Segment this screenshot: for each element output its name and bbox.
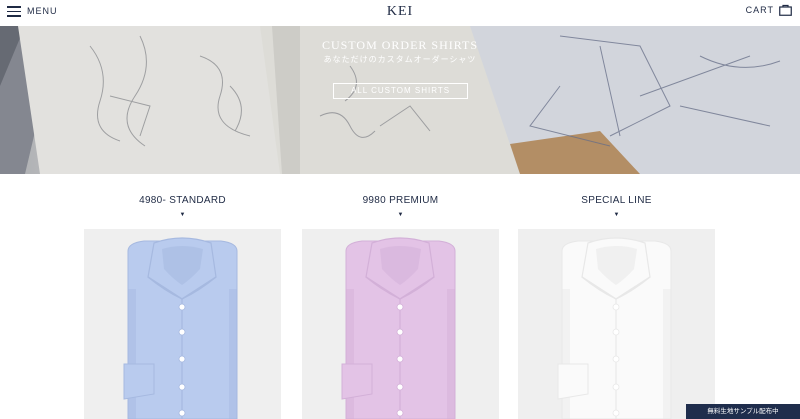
hero-subtitle: あなただけのカスタムオーダーシャツ	[323, 55, 477, 64]
product-premium: 9980 PREMIUM ▼	[302, 174, 499, 419]
all-custom-shirts-button[interactable]: ALL CUSTOM SHIRTS	[333, 83, 468, 99]
shirt-image	[123, 237, 238, 419]
free-sample-badge[interactable]: 無料生地サンプル配布中	[686, 404, 800, 419]
hero-banner: CUSTOM ORDER SHIRTS あなただけのカスタムオーダーシャツ AL…	[0, 26, 800, 174]
shirt-button	[178, 303, 186, 311]
product-title[interactable]: 4980- STANDARD	[84, 195, 281, 206]
shirt-button	[178, 409, 186, 417]
product-standard: 4980- STANDARD ▼	[84, 174, 281, 419]
hero-title: CUSTOM ORDER SHIRTS	[321, 38, 479, 52]
shirt-button	[396, 383, 404, 391]
product-image[interactable]	[302, 229, 499, 419]
shirt-button	[396, 409, 404, 417]
shirt-cuff	[123, 363, 155, 400]
shirt-button	[612, 355, 620, 363]
shirt-cuff	[557, 363, 589, 400]
shirt-button	[178, 328, 186, 336]
product-image[interactable]	[518, 229, 715, 419]
product-title[interactable]: 9980 PREMIUM	[302, 195, 499, 206]
triangle-down-icon: ▼	[179, 212, 186, 218]
cart-button[interactable]: CART	[746, 4, 792, 16]
triangle-down-icon: ▼	[613, 212, 620, 218]
shirt-cuff	[341, 363, 373, 400]
shirt-button	[612, 409, 620, 417]
shirt-button	[612, 303, 620, 311]
product-title[interactable]: SPECIAL LINE	[518, 195, 715, 206]
shirt-button	[612, 383, 620, 391]
shirt-button	[396, 328, 404, 336]
shirt-button	[178, 383, 186, 391]
shirt-button	[178, 355, 186, 363]
triangle-down-icon: ▼	[397, 212, 404, 218]
product-special: SPECIAL LINE ▼	[518, 174, 715, 419]
site-header: MENU KEI CART	[0, 0, 800, 26]
shirt-button	[396, 303, 404, 311]
shirt-image	[341, 237, 456, 419]
shirt-button	[612, 328, 620, 336]
site-logo[interactable]: KEI	[0, 4, 800, 20]
cart-label: CART	[745, 5, 774, 15]
shirt-button	[396, 355, 404, 363]
product-image[interactable]	[84, 229, 281, 419]
shirt-image	[557, 237, 672, 419]
shopping-bag-icon	[779, 4, 792, 16]
